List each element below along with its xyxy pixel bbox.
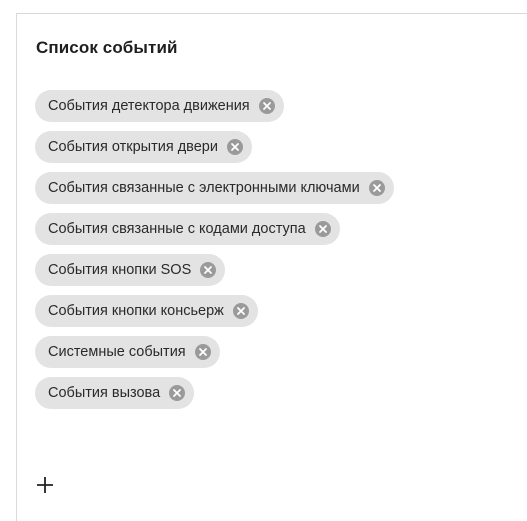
event-chip: События вызова [35,377,195,409]
event-chip: События детектора движения [35,90,284,122]
event-chip: События связанные с электронными ключами [35,172,394,204]
event-chip-label: События кнопки консьерж [48,303,224,319]
event-chip-label: События кнопки SOS [48,262,192,278]
close-circle-icon[interactable] [169,385,186,401]
close-circle-icon[interactable] [226,139,243,155]
close-circle-icon[interactable] [368,180,385,196]
close-circle-icon[interactable] [200,262,217,278]
close-circle-icon[interactable] [314,221,331,237]
event-list-panel: Список событий События детектора движени… [16,13,527,521]
close-circle-icon[interactable] [194,344,211,360]
event-chip: События открытия двери [35,131,252,163]
close-circle-icon[interactable] [232,303,249,319]
event-chip: События кнопки консьерж [35,295,258,327]
plus-icon [37,477,53,493]
add-event-button[interactable] [35,475,55,495]
event-chip-label: События связанные с кодами доступа [48,221,306,237]
event-chip-label: События открытия двери [48,139,218,155]
event-chip-label: События детектора движения [48,98,250,114]
panel-title: Список событий [36,38,178,57]
event-chip-label: События вызова [48,385,161,401]
event-chip-label: Системные события [48,344,186,360]
event-chip: События связанные с кодами доступа [35,213,340,245]
event-chip-list: События детектора движения События откры… [35,90,394,409]
event-chip: События кнопки SOS [35,254,226,286]
close-circle-icon[interactable] [258,98,275,114]
event-chip: Системные события [35,336,220,368]
event-chip-label: События связанные с электронными ключами [48,180,360,196]
